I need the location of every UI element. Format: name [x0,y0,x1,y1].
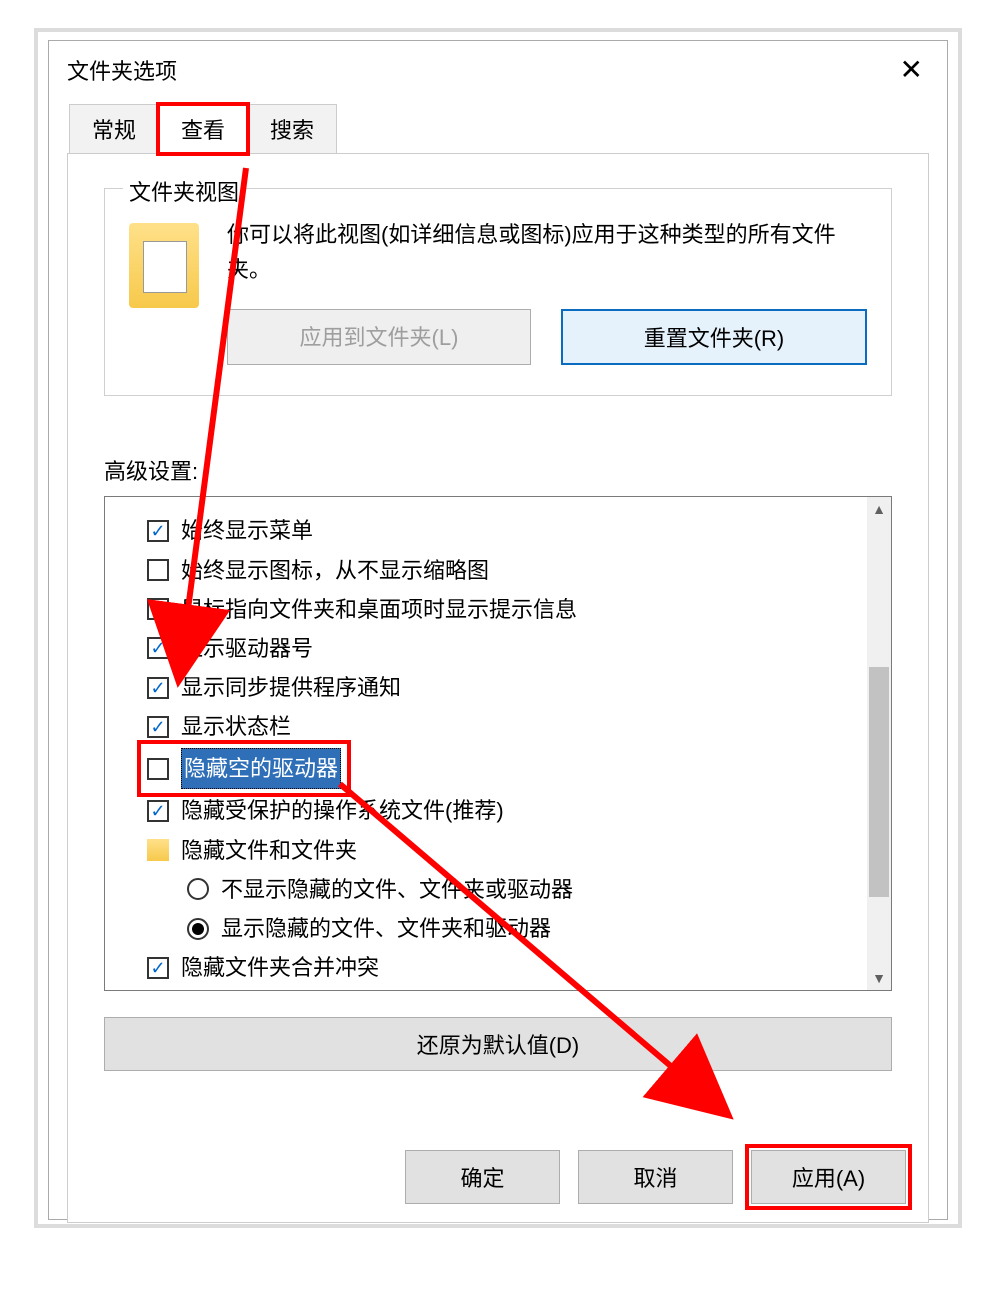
list-item[interactable]: 隐藏空的驱动器 [143,746,345,791]
title-bar: 文件夹选项 ✕ [49,41,947,104]
checkbox-icon[interactable]: ✓ [147,677,169,699]
tab-view[interactable]: 查看 [158,104,248,154]
list-item[interactable]: ✓ 显示状态栏 [147,707,881,746]
dialog-title: 文件夹选项 [67,54,177,86]
radio-icon[interactable] [187,918,209,940]
list-item-label: 隐藏文件和文件夹 [181,831,357,870]
list-item[interactable]: 隐藏文件和文件夹 [147,831,881,870]
folder-view-description: 你可以将此视图(如详细信息或图标)应用于这种类型的所有文件夹。 [227,217,867,287]
scroll-up-icon[interactable]: ▲ [867,497,891,521]
tab-search[interactable]: 搜索 [247,104,337,154]
radio-icon[interactable] [187,878,209,900]
scroll-down-icon[interactable]: ▼ [867,966,891,990]
folder-view-group: 文件夹视图 你可以将此视图(如详细信息或图标)应用于这种类型的所有文件夹。 应用… [104,188,892,396]
list-item-label: 显示状态栏 [181,707,291,746]
list-item-label: 显示驱动器号 [181,629,313,668]
list-item-label: 不显示隐藏的文件、文件夹或驱动器 [221,870,573,909]
checkbox-icon[interactable] [147,559,169,581]
checkbox-icon[interactable]: ✓ [147,716,169,738]
list-item[interactable]: 始终显示图标，从不显示缩略图 [147,551,881,590]
scroll-thumb[interactable] [869,667,889,897]
folder-options-dialog: 文件夹选项 ✕ 常规 查看 搜索 文件夹视图 你可以将此视图(如详细信息或图标)… [48,40,948,1220]
list-item-label: 隐藏文件夹合并冲突 [181,948,379,987]
tabs: 常规 查看 搜索 [49,104,947,154]
list-item[interactable]: ✓ 显示同步提供程序通知 [147,668,881,707]
checkbox-icon[interactable] [147,758,169,780]
list-item-label: 显示同步提供程序通知 [181,668,401,707]
list-item[interactable]: 隐藏已知文件类型的扩展名 [147,987,881,991]
list-item-label: 隐藏已知文件类型的扩展名 [181,987,445,991]
list-item[interactable]: 显示隐藏的文件、文件夹和驱动器 [147,909,881,948]
list-item-label: 始终显示图标，从不显示缩略图 [181,551,489,590]
advanced-settings-list[interactable]: ✓ 始终显示菜单始终显示图标，从不显示缩略图 ✓ 鼠标指向文件夹和桌面项时显示提示信息… [104,496,892,991]
list-item-label: 鼠标指向文件夹和桌面项时显示提示信息 [181,590,577,629]
list-item-label: 显示隐藏的文件、文件夹和驱动器 [221,909,551,948]
cancel-button[interactable]: 取消 [578,1150,733,1204]
tab-general[interactable]: 常规 [69,104,159,154]
group-title: 文件夹视图 [123,175,245,207]
list-item-label: 隐藏空的驱动器 [181,748,341,789]
list-item[interactable]: ✓ 显示驱动器号 [147,629,881,668]
list-item[interactable]: ✓ 隐藏文件夹合并冲突 [147,948,881,987]
checkbox-icon[interactable]: ✓ [147,520,169,542]
folder-icon [129,223,199,308]
ok-button[interactable]: 确定 [405,1150,560,1204]
close-icon[interactable]: ✕ [894,53,929,86]
scrollbar[interactable]: ▲ ▼ [867,497,891,990]
reset-folders-button[interactable]: 重置文件夹(R) [561,309,867,365]
list-item-label: 隐藏受保护的操作系统文件(推荐) [181,791,504,830]
folder-small-icon [147,839,169,861]
checkbox-icon[interactable]: ✓ [147,637,169,659]
list-item[interactable]: ✓ 始终显示菜单 [147,511,881,550]
list-item[interactable]: 不显示隐藏的文件、文件夹或驱动器 [147,870,881,909]
checkbox-icon[interactable]: ✓ [147,598,169,620]
checkbox-icon[interactable]: ✓ [147,800,169,822]
tab-body: 文件夹视图 你可以将此视图(如详细信息或图标)应用于这种类型的所有文件夹。 应用… [67,153,929,1223]
checkbox-icon[interactable]: ✓ [147,957,169,979]
apply-to-folders-button: 应用到文件夹(L) [227,309,531,365]
list-item[interactable]: ✓ 鼠标指向文件夹和桌面项时显示提示信息 [147,590,881,629]
list-item-label: 始终显示菜单 [181,511,313,550]
advanced-settings-label: 高级设置: [104,454,892,486]
list-item[interactable]: ✓ 隐藏受保护的操作系统文件(推荐) [147,791,881,830]
apply-button[interactable]: 应用(A) [751,1150,906,1204]
restore-defaults-button[interactable]: 还原为默认值(D) [104,1017,892,1071]
